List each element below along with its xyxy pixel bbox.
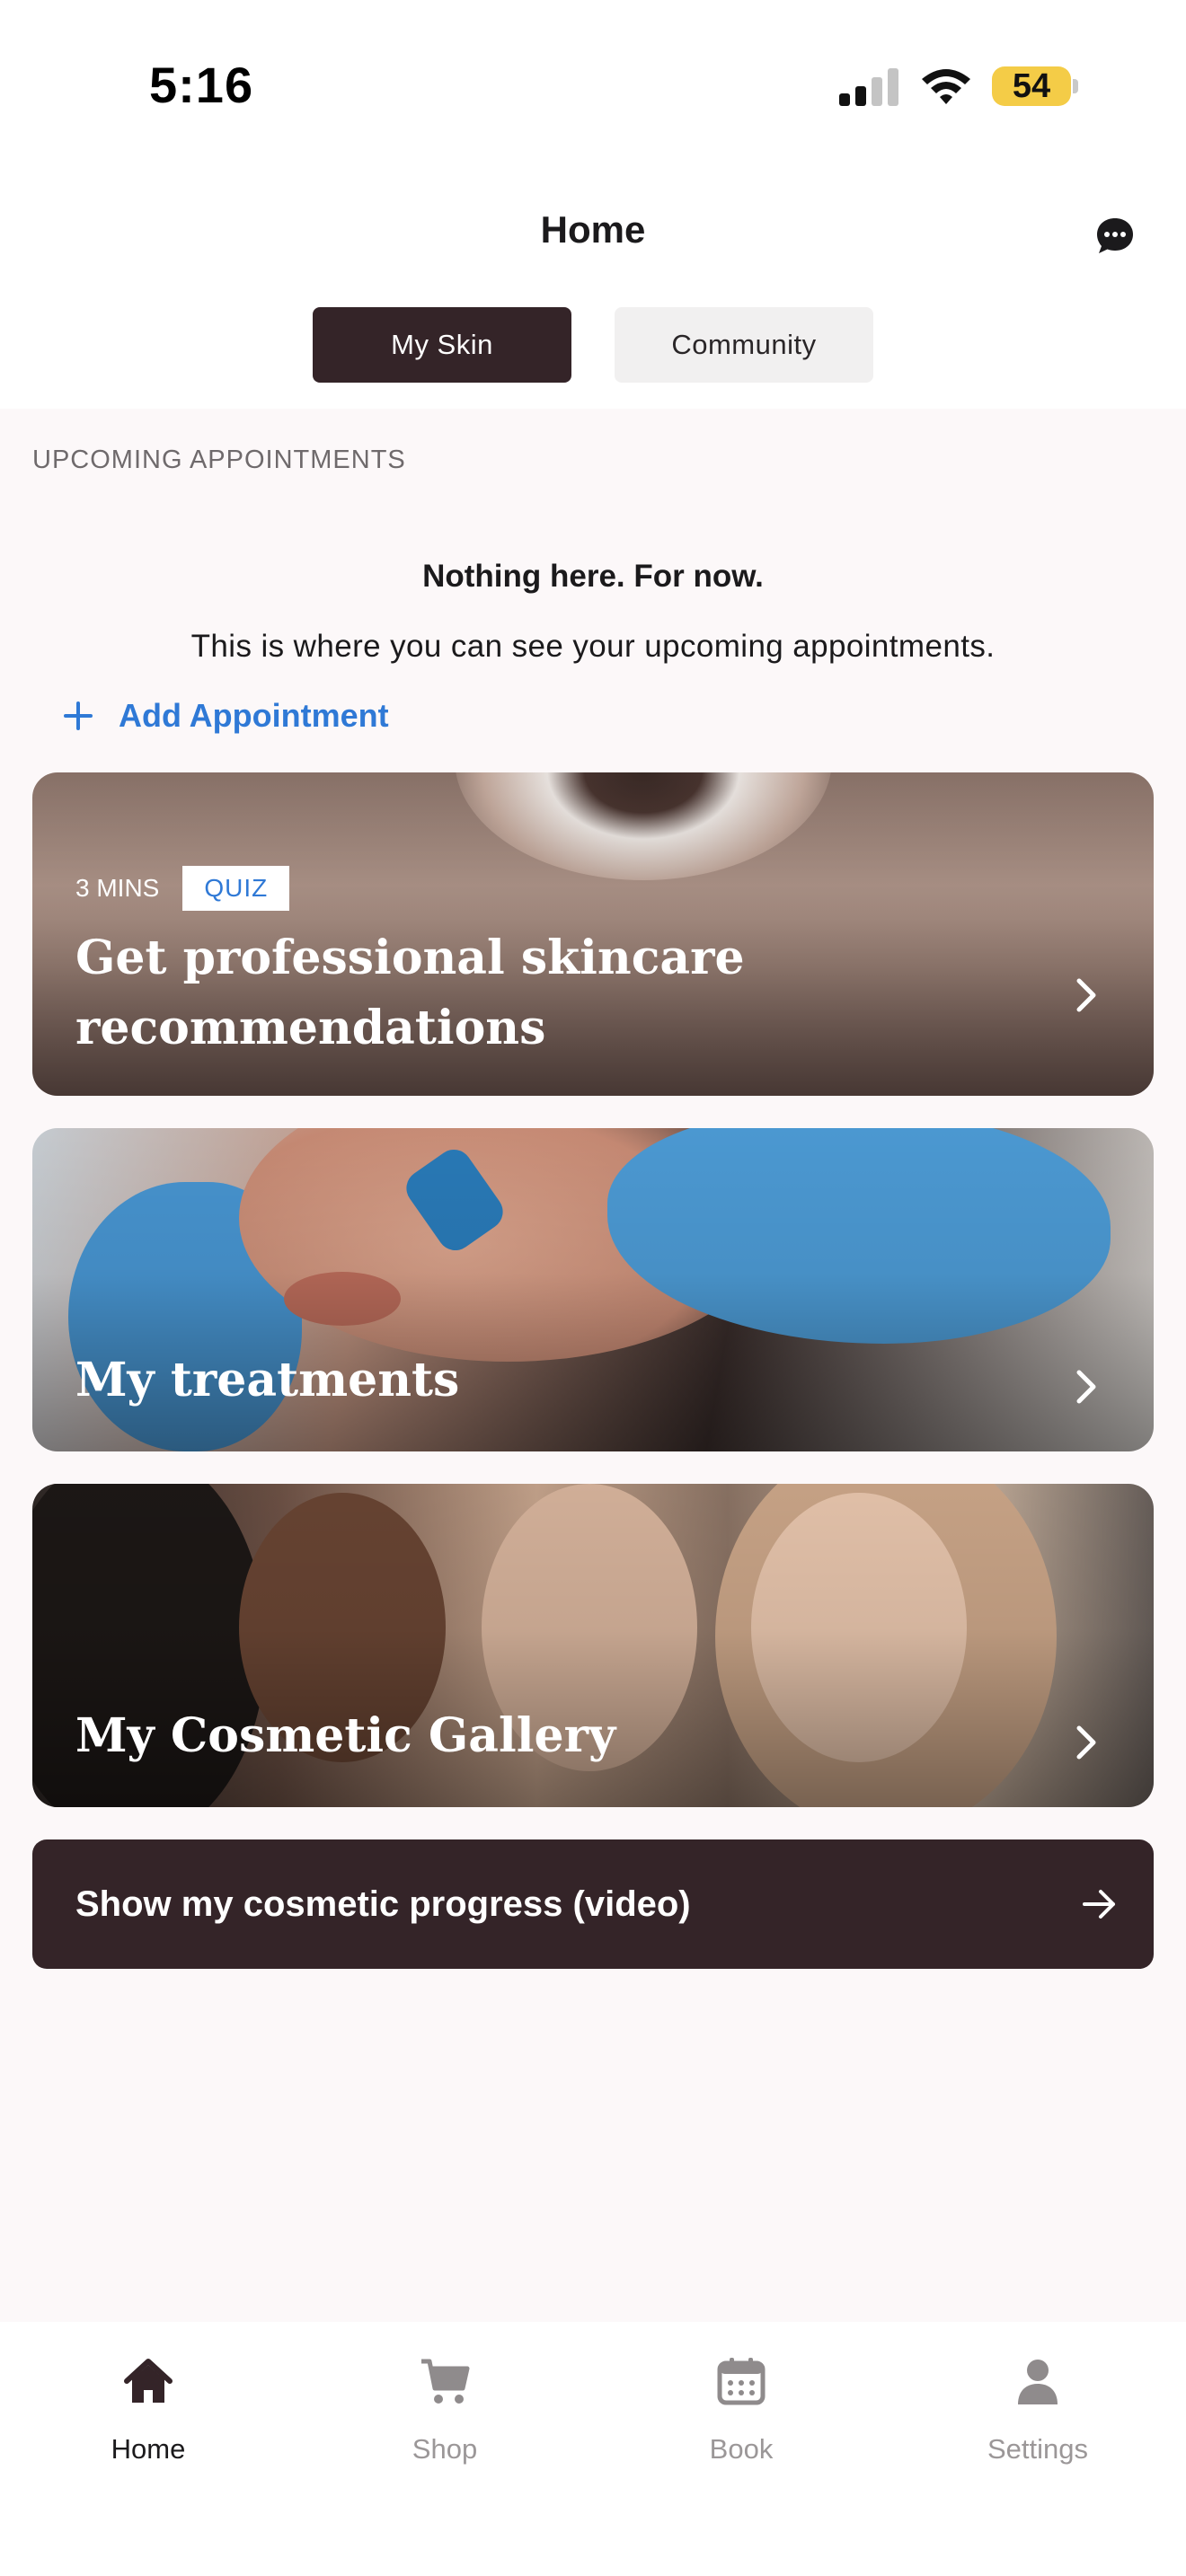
add-appointment-label: Add Appointment [119,697,389,734]
card-title: My Cosmetic Gallery [75,1708,616,1763]
quiz-duration: 3 MINS [75,874,160,902]
nav-label-book: Book [709,2433,774,2465]
person-icon [1018,2360,1058,2404]
nav-item-home[interactable]: Home [40,2354,256,2466]
card-title: Get professional skincare recommendation… [75,931,745,1055]
quiz-badge: QUIZ [182,866,290,911]
cart-icon [421,2359,470,2404]
chevron-right-icon [1076,1370,1096,1404]
nav-label-shop: Shop [412,2433,478,2465]
battery-cap [1073,79,1078,93]
empty-state-title: Nothing here. For now. [422,559,764,594]
status-time: 5:16 [149,57,254,113]
show-progress-video-button[interactable]: Show my cosmetic progress (video) [32,1839,1154,1969]
page-title: Home [540,208,646,251]
section-label-upcoming-appointments: UPCOMING APPOINTMENTS [32,446,406,474]
cellular-signal-icon [839,65,900,106]
wifi-icon [922,69,970,104]
add-appointment-button[interactable]: Add Appointment [63,693,389,738]
battery-indicator: 54 [992,66,1071,106]
nav-item-settings[interactable]: Settings [930,2354,1146,2466]
tab-my-skin[interactable]: My Skin [313,307,571,383]
chevron-right-icon [1076,978,1096,1012]
nav-item-book[interactable]: Book [633,2354,849,2466]
nav-label-settings: Settings [987,2433,1088,2465]
nav-label-home: Home [111,2433,186,2465]
arrow-right-icon [1083,1890,1115,1919]
chevron-right-icon [1076,1725,1096,1760]
calendar-icon [717,2358,766,2405]
nav-item-shop[interactable]: Shop [337,2354,553,2466]
card-title: My treatments [75,1353,460,1407]
skincare-quiz-card[interactable]: 3 MINS QUIZ Get professional skincare re… [32,772,1154,1096]
tab-community[interactable]: Community [615,307,873,383]
home-icon [124,2359,173,2403]
cosmetic-gallery-card[interactable]: My Cosmetic Gallery [32,1484,1154,1807]
empty-state-description: This is where you can see your upcoming … [190,629,996,664]
quiz-meta: 3 MINS QUIZ [75,866,290,911]
my-treatments-card[interactable]: My treatments [32,1128,1154,1451]
progress-button-label: Show my cosmetic progress (video) [75,1884,691,1924]
bottom-navigation: Home Shop Book Settings [0,2322,1186,2576]
chat-bubble-icon[interactable] [1094,216,1136,257]
plus-icon [64,701,93,730]
